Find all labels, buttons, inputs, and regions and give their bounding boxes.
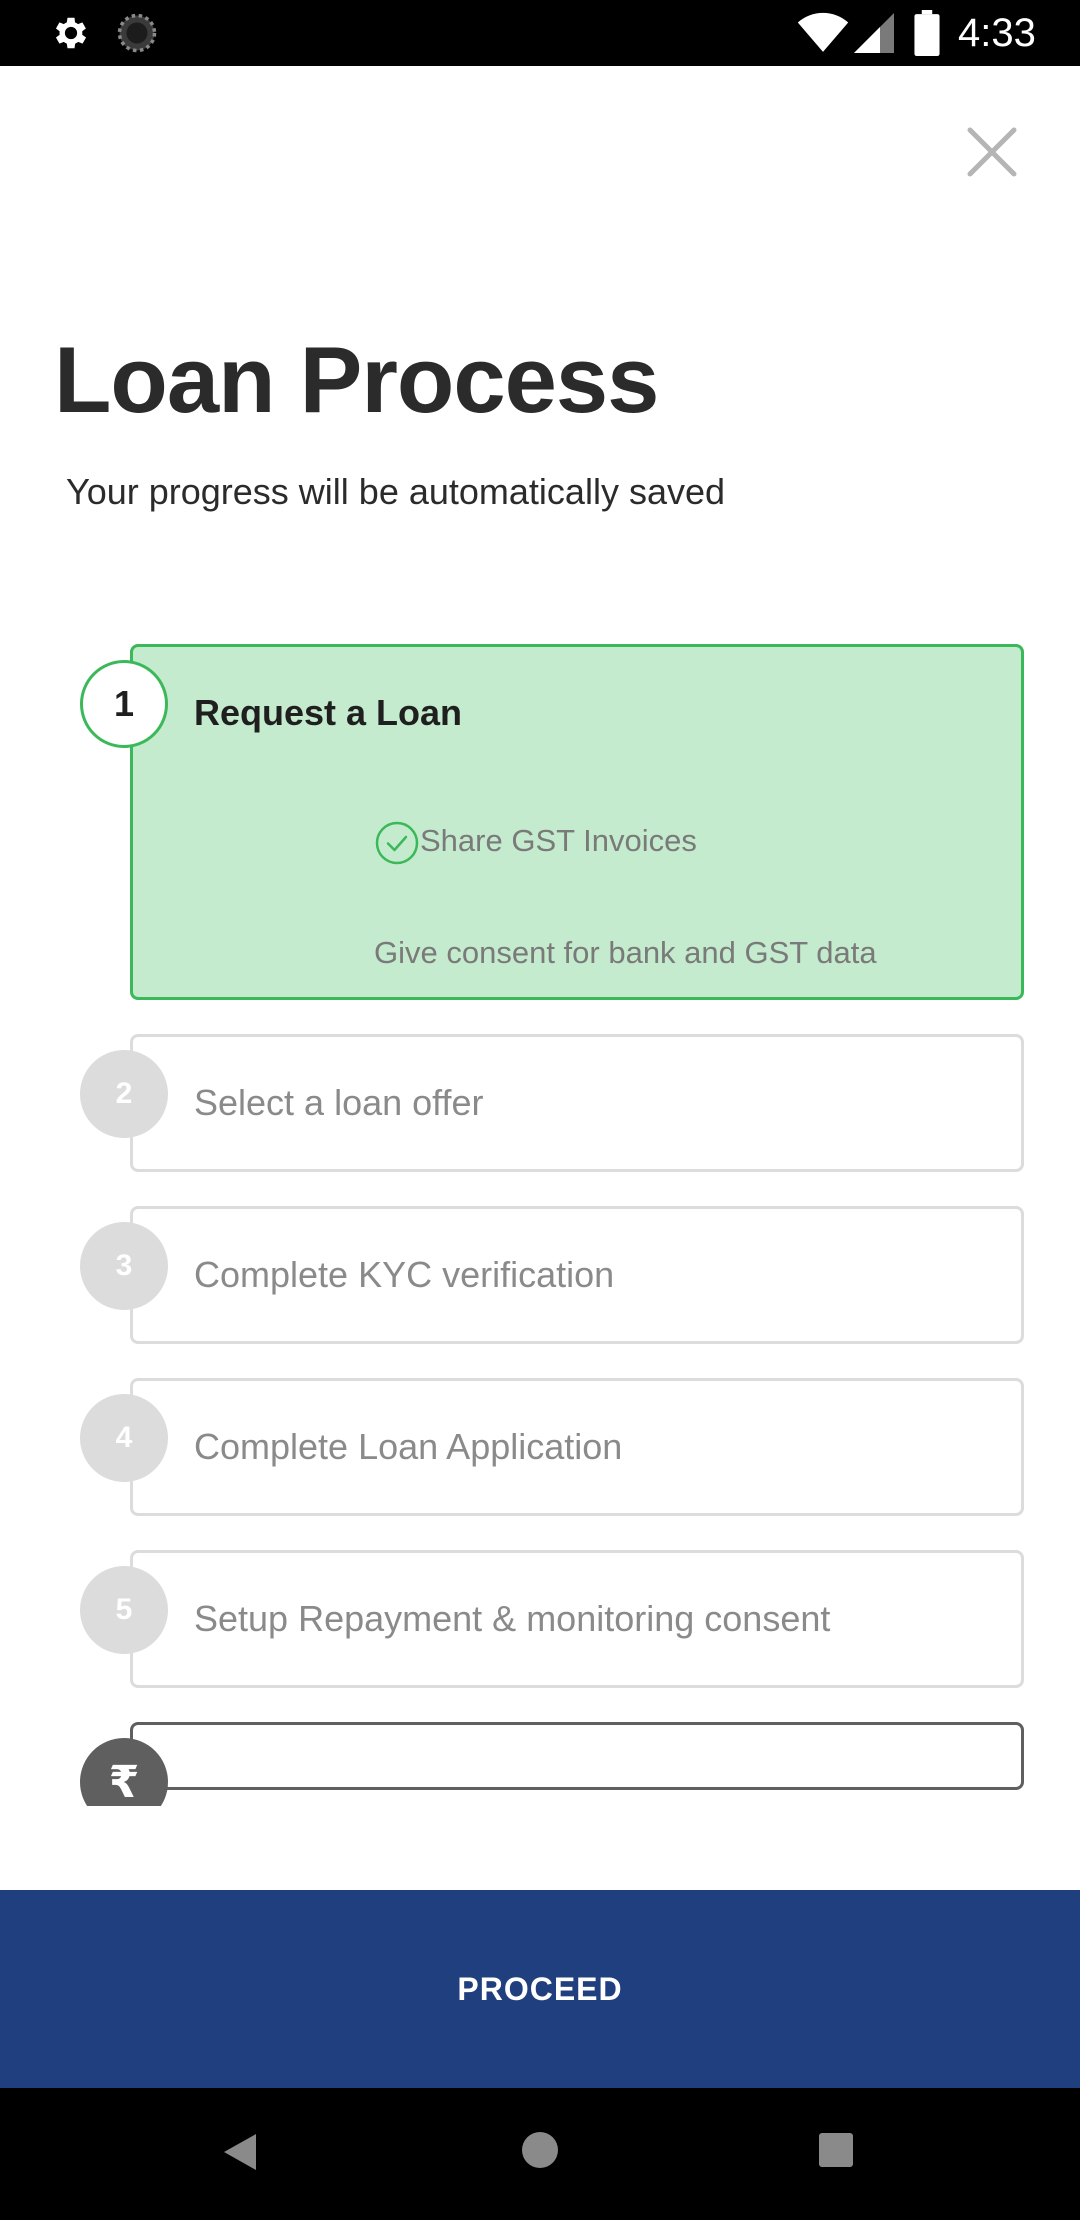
page-title: Loan Process xyxy=(54,327,659,432)
step-number-5: 5 xyxy=(80,1566,168,1654)
status-bar: 4:33 xyxy=(0,0,1080,66)
step-label-request-loan: Request a Loan xyxy=(194,692,463,733)
step-number-2: 2 xyxy=(80,1050,168,1138)
navigation-bar xyxy=(0,2088,1080,2220)
step-number-4: 4 xyxy=(80,1394,168,1482)
status-time: 4:33 xyxy=(958,11,1036,55)
battery-icon xyxy=(914,10,940,56)
step-label-kyc: Complete KYC verification xyxy=(194,1254,615,1295)
step-circle-clip: ₹ xyxy=(80,1738,168,1806)
step-label-loan-application: Complete Loan Application xyxy=(194,1426,623,1467)
recents-icon[interactable] xyxy=(818,2132,854,2168)
page-subtitle: Your progress will be automatically save… xyxy=(66,471,726,512)
proceed-label: PROCEED xyxy=(457,1970,623,2007)
step-number-1: 1 xyxy=(80,660,168,748)
step-number-3: 3 xyxy=(80,1222,168,1310)
substep-share-gst[interactable]: Share GST Invoices xyxy=(420,816,697,866)
loan-process-screen: 4:33 Loan Process Your progress will be … xyxy=(0,0,1080,2220)
check-circle-icon xyxy=(375,821,419,865)
spinner-icon xyxy=(117,13,157,53)
rupee-icon: ₹ xyxy=(80,1738,168,1806)
close-icon[interactable] xyxy=(964,124,1020,180)
gear-icon xyxy=(55,17,87,49)
home-icon[interactable] xyxy=(520,2130,560,2170)
substep-give-consent[interactable]: Give consent for bank and GST data xyxy=(374,928,877,978)
proceed-button[interactable]: PROCEED xyxy=(0,1890,1080,2088)
signal-icon xyxy=(854,13,894,53)
step-label-repayment: Setup Repayment & monitoring consent xyxy=(194,1598,831,1639)
back-icon[interactable] xyxy=(222,2132,258,2172)
step-label-select-offer: Select a loan offer xyxy=(194,1082,484,1123)
step-card-disbursal[interactable] xyxy=(130,1722,1024,1790)
wifi-icon xyxy=(797,12,849,52)
